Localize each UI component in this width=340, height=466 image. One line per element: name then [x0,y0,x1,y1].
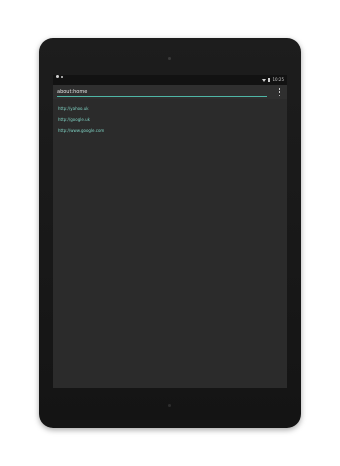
screen: 10:25 http://yahoo.uk http://google.uk h… [53,75,287,388]
link-item[interactable]: http://www.google.com [58,128,104,133]
url-input[interactable] [57,87,267,96]
front-camera [168,57,171,60]
link-item[interactable]: http://google.uk [58,117,90,122]
browser-toolbar [53,85,287,99]
url-input-underline [57,96,267,97]
notification-icon [61,75,63,78]
home-sensor [168,404,171,407]
battery-icon [268,78,271,82]
notification-icon [56,75,59,78]
status-bar: 10:25 [53,75,287,85]
page-content: http://yahoo.uk http://google.uk http://… [53,99,287,388]
link-item[interactable]: http://yahoo.uk [58,106,89,111]
tablet-frame: 10:25 http://yahoo.uk http://google.uk h… [39,38,301,428]
overflow-menu-icon[interactable] [278,88,281,96]
status-time: 10:25 [272,77,284,82]
status-left [56,75,63,78]
status-right: 10:25 [262,75,284,85]
wifi-icon [262,78,267,82]
